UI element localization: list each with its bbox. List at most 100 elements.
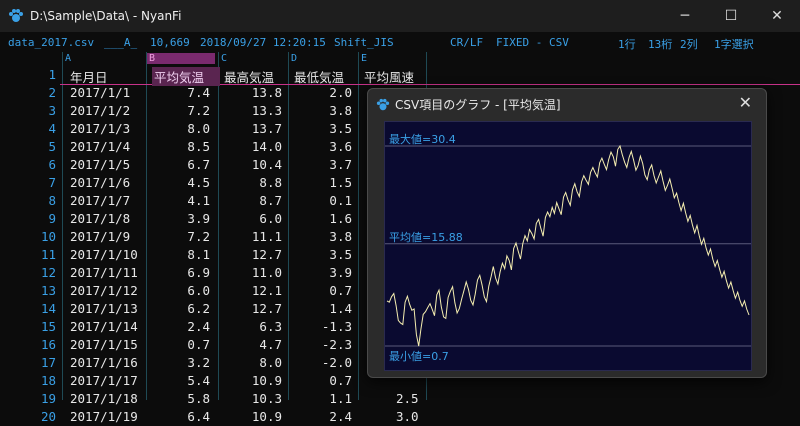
min-temp-cell: 3.6: [329, 139, 352, 154]
row-number: 17: [40, 355, 56, 370]
max-temp-cell: 12.7: [251, 247, 282, 262]
file-name: data_2017.csv: [8, 36, 95, 49]
avg-temp-cell: 7.4: [187, 85, 210, 100]
line-break-type: CR/LF: [450, 36, 484, 49]
max-temp-cell: 11.1: [251, 229, 282, 244]
file-size: 10,669: [150, 36, 190, 49]
max-temp-cell: 10.9: [251, 373, 282, 388]
avg-temp-cell: 6.2: [187, 301, 210, 316]
max-temp-cell: 10.4: [251, 157, 282, 172]
date-cell: 2017/1/10: [70, 247, 138, 262]
window-title: D:\Sample\Data\ - NyanFi: [30, 9, 182, 23]
max-value-label: 最大値=30.4: [389, 133, 456, 146]
selection-info: 1字選択: [714, 38, 754, 51]
cat-paw-icon: [376, 98, 390, 112]
min-temp-cell: -2.3: [321, 337, 352, 352]
avg-temp-cell: 6.4: [187, 409, 210, 424]
min-temp-cell: 3.5: [329, 121, 352, 136]
temperature-series-line: [386, 144, 750, 347]
title-bar: D:\Sample\Data\ - NyanFi ─ ☐ ✕: [0, 0, 800, 32]
date-cell: 2017/1/16: [70, 355, 138, 370]
dialog-title-bar: CSV項目のグラフ - [平均気温]: [376, 96, 561, 113]
header-row[interactable]: 1 年月日 平均気温 最高気温 最低気温 平均風速: [0, 66, 800, 86]
row-number: 19: [40, 391, 56, 406]
date-cell: 2017/1/5: [70, 157, 131, 172]
date-cell: 2017/1/12: [70, 283, 138, 298]
min-temp-cell: 3.8: [329, 103, 352, 118]
date-cell: 2017/1/1: [70, 85, 131, 100]
row-number: 7: [48, 175, 56, 190]
date-cell: 2017/1/11: [70, 265, 138, 280]
row-number: 2: [48, 85, 56, 100]
date-cell: 2017/1/2: [70, 103, 131, 118]
column-header-bar: A B C D E: [0, 52, 800, 66]
average-value-label: 平均値=15.88: [389, 230, 463, 244]
table-row[interactable]: 19 2017/1/18 5.8 10.3 1.1 2.5: [0, 390, 800, 408]
close-button[interactable]: ✕: [754, 0, 800, 32]
min-temp-cell: 2.4: [329, 409, 352, 424]
avg-temp-cell: 5.8: [187, 391, 210, 406]
cursor-column-index: 2列: [680, 38, 698, 51]
min-temp-cell: -1.3: [321, 319, 352, 334]
max-temp-cell: 14.0: [251, 139, 282, 154]
max-temp-cell: 11.0: [251, 265, 282, 280]
min-temp-cell: 0.7: [329, 283, 352, 298]
avg-temp-cell: 8.1: [187, 247, 210, 262]
row-number: 3: [48, 103, 56, 118]
avg-temp-cell: 7.2: [187, 229, 210, 244]
min-temp-cell: 1.6: [329, 211, 352, 226]
date-cell: 2017/1/9: [70, 229, 131, 244]
row-number: 8: [48, 193, 56, 208]
max-temp-cell: 8.8: [259, 175, 282, 190]
date-cell: 2017/1/6: [70, 175, 131, 190]
row-number: 4: [48, 121, 56, 136]
max-temp-cell: 8.7: [259, 193, 282, 208]
date-cell: 2017/1/7: [70, 193, 131, 208]
row-number: 14: [40, 301, 56, 316]
chart-svg: [385, 144, 751, 347]
column-header-b[interactable]: B: [146, 53, 215, 64]
min-temp-cell: 3.9: [329, 265, 352, 280]
dialog-close-button[interactable]: ✕: [739, 93, 752, 112]
max-temp-cell: 4.7: [259, 337, 282, 352]
date-cell: 2017/1/19: [70, 409, 138, 424]
row-number: 10: [40, 229, 56, 244]
avg-temp-cell: 6.0: [187, 283, 210, 298]
max-temp-cell: 6.0: [259, 211, 282, 226]
max-temp-cell: 13.8: [251, 85, 282, 100]
row-number: 18: [40, 373, 56, 388]
column-header-c[interactable]: C: [218, 53, 227, 64]
row-number: 20: [40, 409, 56, 424]
date-cell: 2017/1/13: [70, 301, 138, 316]
maximize-button[interactable]: ☐: [708, 0, 754, 32]
file-info-bar: data_2017.csv ___A_ 10,669 2018/09/27 12…: [0, 34, 800, 52]
avg-temp-cell: 0.7: [187, 337, 210, 352]
date-cell: 2017/1/8: [70, 211, 131, 226]
max-temp-cell: 13.7: [251, 121, 282, 136]
column-header-d[interactable]: D: [288, 53, 297, 64]
file-marker: ___A_: [104, 36, 138, 49]
wind-speed-cell: 2.5: [396, 391, 419, 406]
max-temp-cell: 12.1: [251, 283, 282, 298]
date-cell: 2017/1/17: [70, 373, 138, 388]
row-number: 12: [40, 265, 56, 280]
max-temp-cell: 8.0: [259, 355, 282, 370]
avg-temp-cell: 5.4: [187, 373, 210, 388]
date-cell: 2017/1/3: [70, 121, 131, 136]
row-number: 1: [48, 67, 56, 82]
table-row[interactable]: 20 2017/1/19 6.4 10.9 2.4 3.0: [0, 408, 800, 426]
avg-temp-cell: 7.2: [187, 103, 210, 118]
column-header-a[interactable]: A: [62, 53, 71, 64]
date-cell: 2017/1/18: [70, 391, 138, 406]
row-number: 6: [48, 157, 56, 172]
column-header-e[interactable]: E: [358, 53, 367, 64]
date-cell: 2017/1/15: [70, 337, 138, 352]
row-number: 13: [40, 283, 56, 298]
avg-temp-cell: 2.4: [187, 319, 210, 334]
minimize-button[interactable]: ─: [662, 0, 708, 32]
max-temp-cell: 13.3: [251, 103, 282, 118]
avg-temp-cell: 4.1: [187, 193, 210, 208]
min-value-label: 最小値=0.7: [389, 350, 449, 363]
min-temp-cell: 1.1: [329, 391, 352, 406]
cursor-column: 13桁: [648, 38, 673, 51]
